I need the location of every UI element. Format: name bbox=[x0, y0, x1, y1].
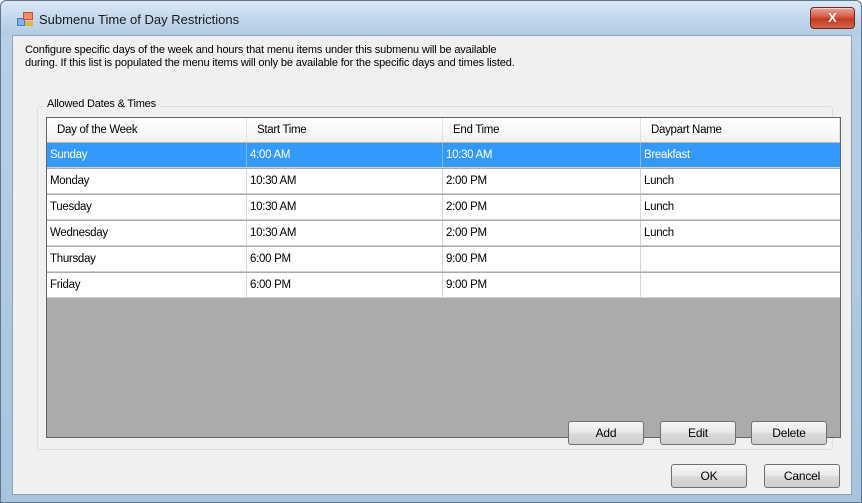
cell-end-time: 9:00 PM bbox=[443, 247, 641, 271]
app-icon bbox=[17, 12, 33, 26]
column-header-end-time[interactable]: End Time bbox=[443, 118, 641, 142]
cell-daypart: Breakfast bbox=[644, 149, 690, 161]
column-header-start-time[interactable]: Start Time bbox=[247, 118, 443, 142]
cell-daypart: Lunch bbox=[644, 201, 674, 213]
grid-header: Day of the Week Start Time End Time Dayp… bbox=[47, 118, 840, 143]
table-row[interactable]: Sunday 4:00 AM 10:30 AM Breakfast bbox=[47, 143, 840, 168]
cell-end-time: 2:00 PM bbox=[443, 169, 641, 193]
cell-daypart: Lunch bbox=[644, 175, 674, 187]
cancel-button[interactable]: Cancel bbox=[764, 464, 840, 488]
cell-end-time: 9:00 PM bbox=[443, 273, 641, 297]
cell-day: Thursday bbox=[47, 247, 247, 271]
description-text: Configure specific days of the week and … bbox=[25, 44, 725, 70]
description-line-2: during. If this list is populated the me… bbox=[25, 57, 515, 69]
cell-day: Friday bbox=[47, 273, 247, 297]
cell-start-time: 6:00 PM bbox=[247, 273, 443, 297]
client-area: Configure specific days of the week and … bbox=[12, 35, 852, 495]
cell-start-time: 10:30 AM bbox=[247, 221, 443, 245]
close-icon: X bbox=[828, 10, 837, 25]
cell-daypart bbox=[641, 273, 840, 297]
description-line-1: Configure specific days of the week and … bbox=[25, 44, 497, 56]
table-row[interactable]: Monday 10:30 AM 2:00 PM Lunch bbox=[47, 169, 840, 194]
window-title: Submenu Time of Day Restrictions bbox=[39, 12, 240, 27]
table-row[interactable]: Wednesday 10:30 AM 2:00 PM Lunch bbox=[47, 221, 840, 246]
edit-button[interactable]: Edit bbox=[660, 421, 736, 445]
close-button[interactable]: X bbox=[810, 7, 855, 29]
cell-end-time: 2:00 PM bbox=[443, 221, 641, 245]
restrictions-grid[interactable]: Day of the Week Start Time End Time Dayp… bbox=[46, 117, 841, 438]
column-header-daypart[interactable]: Daypart Name bbox=[641, 118, 840, 142]
cell-day: Monday bbox=[47, 169, 247, 193]
table-row[interactable]: Tuesday 10:30 AM 2:00 PM Lunch bbox=[47, 195, 840, 220]
cell-day: Sunday bbox=[47, 143, 247, 167]
table-row[interactable]: Friday 6:00 PM 9:00 PM bbox=[47, 273, 840, 298]
delete-button[interactable]: Delete bbox=[751, 421, 827, 445]
cell-end-time: 10:30 AM bbox=[443, 143, 641, 167]
cell-day: Wednesday bbox=[47, 221, 247, 245]
cell-start-time: 10:30 AM bbox=[247, 169, 443, 193]
cell-start-time: 4:00 AM bbox=[247, 143, 443, 167]
ok-button[interactable]: OK bbox=[671, 464, 747, 488]
column-header-day[interactable]: Day of the Week bbox=[47, 118, 247, 142]
cell-end-time: 2:00 PM bbox=[443, 195, 641, 219]
cell-daypart bbox=[641, 247, 840, 271]
add-button[interactable]: Add bbox=[568, 421, 644, 445]
cell-start-time: 10:30 AM bbox=[247, 195, 443, 219]
cell-start-time: 6:00 PM bbox=[247, 247, 443, 271]
title-bar[interactable]: Submenu Time of Day Restrictions X bbox=[1, 1, 861, 35]
cell-day: Tuesday bbox=[47, 195, 247, 219]
cell-daypart: Lunch bbox=[644, 227, 674, 239]
groupbox-label: Allowed Dates & Times bbox=[43, 98, 160, 110]
table-row[interactable]: Thursday 6:00 PM 9:00 PM bbox=[47, 247, 840, 272]
dialog-window: Submenu Time of Day Restrictions X Confi… bbox=[0, 0, 862, 503]
